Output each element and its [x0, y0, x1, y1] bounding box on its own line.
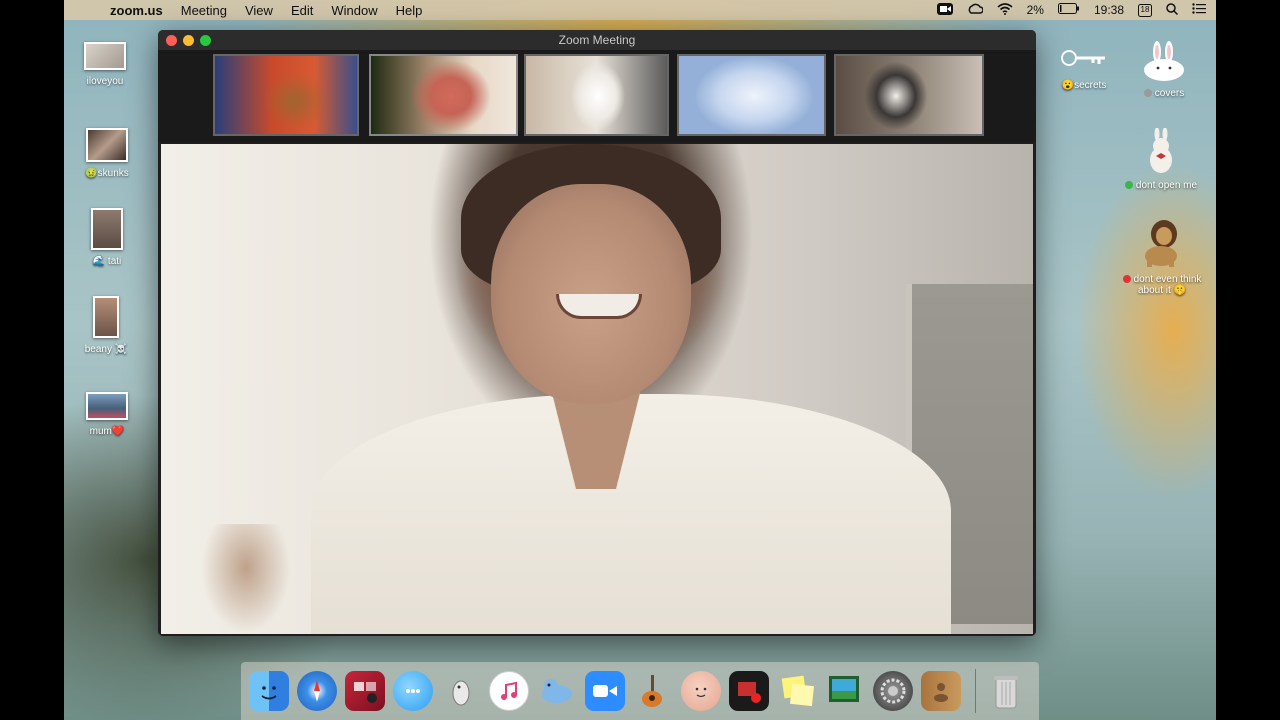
image-thumbnail: [86, 392, 128, 420]
label-text: dont even think about it 🤫: [1133, 274, 1202, 296]
desktop-icon-label: 🤢skunks: [85, 168, 129, 179]
battery-percent: 2%: [1026, 3, 1044, 17]
menu-view[interactable]: View: [245, 3, 273, 18]
image-thumbnail: [93, 296, 119, 338]
key-icon: [1059, 44, 1109, 72]
desktop-icon-covers[interactable]: covers: [1119, 40, 1209, 99]
image-thumbnail: [91, 208, 123, 250]
menu-app-zoom[interactable]: zoom.us: [110, 3, 163, 18]
screenflow-icon[interactable]: [729, 671, 769, 711]
participant-thumbnail-5[interactable]: [834, 54, 984, 136]
wifi-icon[interactable]: [997, 2, 1013, 18]
video-dried-flowers: [201, 524, 291, 634]
garageband-icon[interactable]: [633, 671, 673, 711]
participant-strip: [158, 50, 1036, 142]
desktop-icon-dont-open-me[interactable]: dont open me: [1116, 127, 1206, 191]
green-tag-dot: [1124, 181, 1133, 190]
desktop-icon-label: dont open me: [1116, 180, 1206, 191]
preview-icon[interactable]: [825, 671, 865, 711]
video-shirt: [311, 394, 951, 634]
menu-edit[interactable]: Edit: [291, 3, 313, 18]
desktop-icon-iloveyou[interactable]: iloveyou: [64, 42, 150, 87]
stickies-icon[interactable]: [777, 671, 817, 711]
lion-icon: [1139, 218, 1185, 268]
label-text: covers: [1154, 88, 1185, 99]
avatar-app-icon[interactable]: [681, 671, 721, 711]
notification-center-icon[interactable]: [1192, 3, 1206, 17]
calendar-day: 18: [1140, 4, 1150, 14]
participant-thumbnail-2[interactable]: [369, 54, 518, 136]
finder-icon[interactable]: [249, 671, 289, 711]
desktop: zoom.us Meeting View Edit Window Help 2%…: [64, 0, 1216, 720]
desktop-icon-label: dont even think about it 🤫: [1112, 274, 1212, 296]
trash-icon[interactable]: [986, 671, 1026, 711]
dock: [241, 662, 1039, 720]
desktop-icon-skunks[interactable]: 🤢skunks: [64, 128, 152, 179]
image-thumbnail: [84, 42, 126, 70]
bunny-icon: [1141, 40, 1187, 82]
menu-bar: zoom.us Meeting View Edit Window Help 2%…: [64, 0, 1216, 20]
itunes-icon[interactable]: [489, 671, 529, 711]
active-speaker-video[interactable]: [161, 144, 1033, 634]
video-smile: [556, 294, 642, 319]
desktop-icon-dont-even-think-about-it[interactable]: dont even think about it 🤫: [1112, 218, 1212, 296]
clock[interactable]: 19:38: [1094, 3, 1124, 17]
photo-booth-icon[interactable]: [345, 671, 385, 711]
zoom-meeting-window[interactable]: Zoom Meeting: [158, 30, 1036, 636]
desktop-icon-tati[interactable]: 🌊 tati: [64, 208, 152, 267]
image-thumbnail: [86, 128, 128, 162]
desktop-icon-secrets[interactable]: 😮secrets: [1039, 44, 1129, 91]
system-preferences-icon[interactable]: [873, 671, 913, 711]
zoom-status-icon[interactable]: [936, 2, 953, 18]
creative-cloud-icon[interactable]: [967, 3, 984, 18]
contacts-icon[interactable]: [921, 671, 961, 711]
participant-thumbnail-1[interactable]: [213, 54, 359, 136]
desktop-icon-label: iloveyou: [86, 76, 124, 87]
desktop-icon-label: mum❤️: [89, 426, 125, 437]
participant-thumbnail-4[interactable]: [677, 54, 826, 136]
red-tag-dot: [1122, 275, 1131, 284]
gray-tag-dot: [1143, 89, 1152, 98]
calendar-icon[interactable]: 18: [1138, 3, 1152, 17]
window-title: Zoom Meeting: [558, 33, 636, 47]
desktop-icon-beany[interactable]: beany ☠️: [64, 296, 151, 355]
safari-icon[interactable]: [297, 671, 337, 711]
participant-thumbnail-3[interactable]: [524, 54, 669, 136]
status-area: 2% 19:38 18: [936, 0, 1206, 20]
messages-icon[interactable]: [393, 671, 433, 711]
title-bar[interactable]: Zoom Meeting: [158, 30, 1036, 50]
desktop-icon-label: covers: [1119, 88, 1209, 99]
search-icon[interactable]: [1166, 2, 1179, 18]
desktop-icon-label: 😮secrets: [1061, 80, 1107, 91]
desktop-icon-label: beany ☠️: [84, 344, 128, 355]
menu-help[interactable]: Help: [396, 3, 423, 18]
desktop-icon-mum[interactable]: mum❤️: [64, 392, 152, 437]
sequel-pro-icon[interactable]: [537, 671, 577, 711]
battery-icon[interactable]: [1057, 3, 1080, 17]
inkscape-icon[interactable]: [441, 671, 481, 711]
menu-window[interactable]: Window: [331, 3, 377, 18]
desktop-icon-label: 🌊 tati: [92, 256, 122, 267]
label-text: dont open me: [1135, 180, 1198, 191]
zoom-icon[interactable]: [585, 671, 625, 711]
menu-meeting[interactable]: Meeting: [181, 3, 227, 18]
bunny-figurine-icon: [1146, 127, 1176, 174]
dock-separator: [975, 669, 976, 713]
